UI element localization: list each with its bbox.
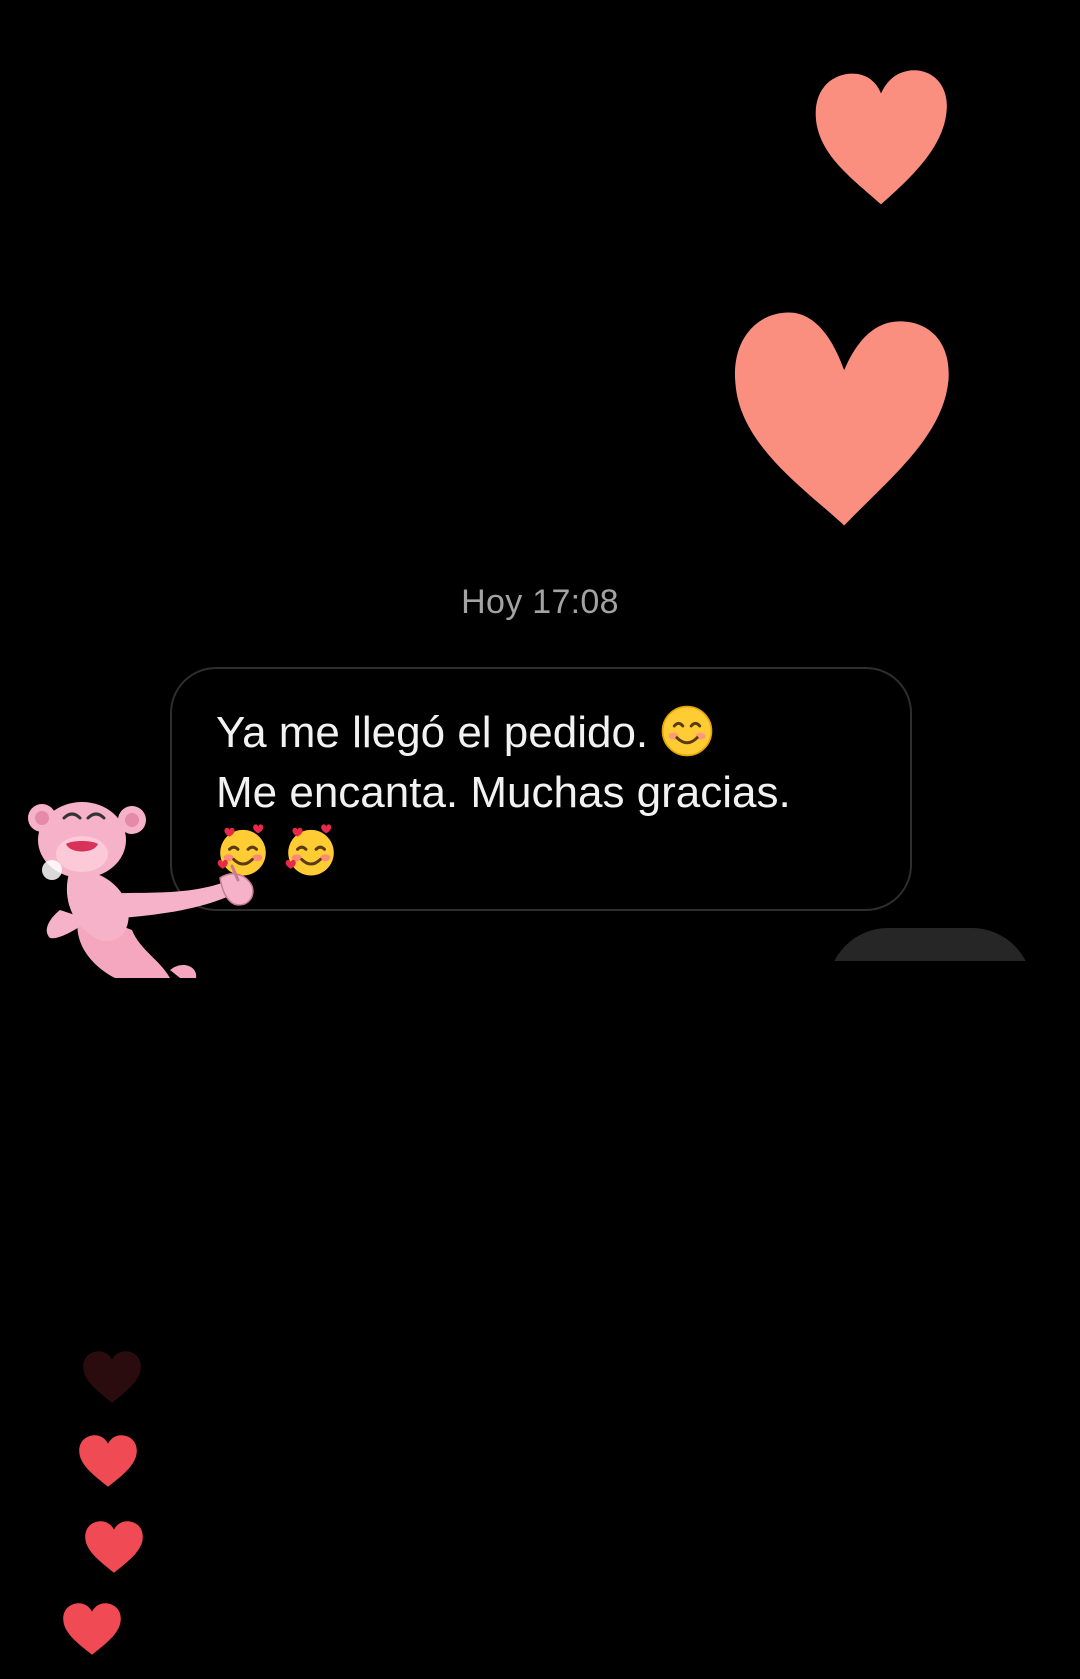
message-text-line-2: Me encanta. Muchas gracias. bbox=[216, 768, 791, 817]
heart-sticker-icon bbox=[815, 70, 947, 205]
message-bubble[interactable]: Ya me llegó el pedido. Me encanta. Mucha… bbox=[170, 667, 912, 911]
smiling-face-emoji-icon bbox=[662, 706, 713, 757]
faded-heart-icon bbox=[83, 1351, 141, 1403]
red-heart-icon bbox=[85, 1521, 143, 1573]
message-line-1: Ya me llegó el pedido. bbox=[216, 703, 870, 763]
red-heart-icon bbox=[63, 1603, 121, 1655]
red-heart-icon bbox=[79, 1435, 137, 1487]
smiling-face-with-hearts-emoji-icon bbox=[285, 824, 335, 876]
message-line-2: Me encanta. Muchas gracias. bbox=[216, 763, 870, 823]
message-text-line-1: Ya me llegó el pedido. bbox=[216, 708, 649, 757]
outgoing-message-bubble-partial[interactable] bbox=[828, 928, 1032, 961]
message-timestamp: Hoy 17:08 bbox=[461, 583, 619, 621]
pink-panther-sticker-icon bbox=[28, 802, 254, 978]
message-line-3 bbox=[216, 823, 870, 883]
heart-sticker-large-icon bbox=[734, 312, 949, 526]
